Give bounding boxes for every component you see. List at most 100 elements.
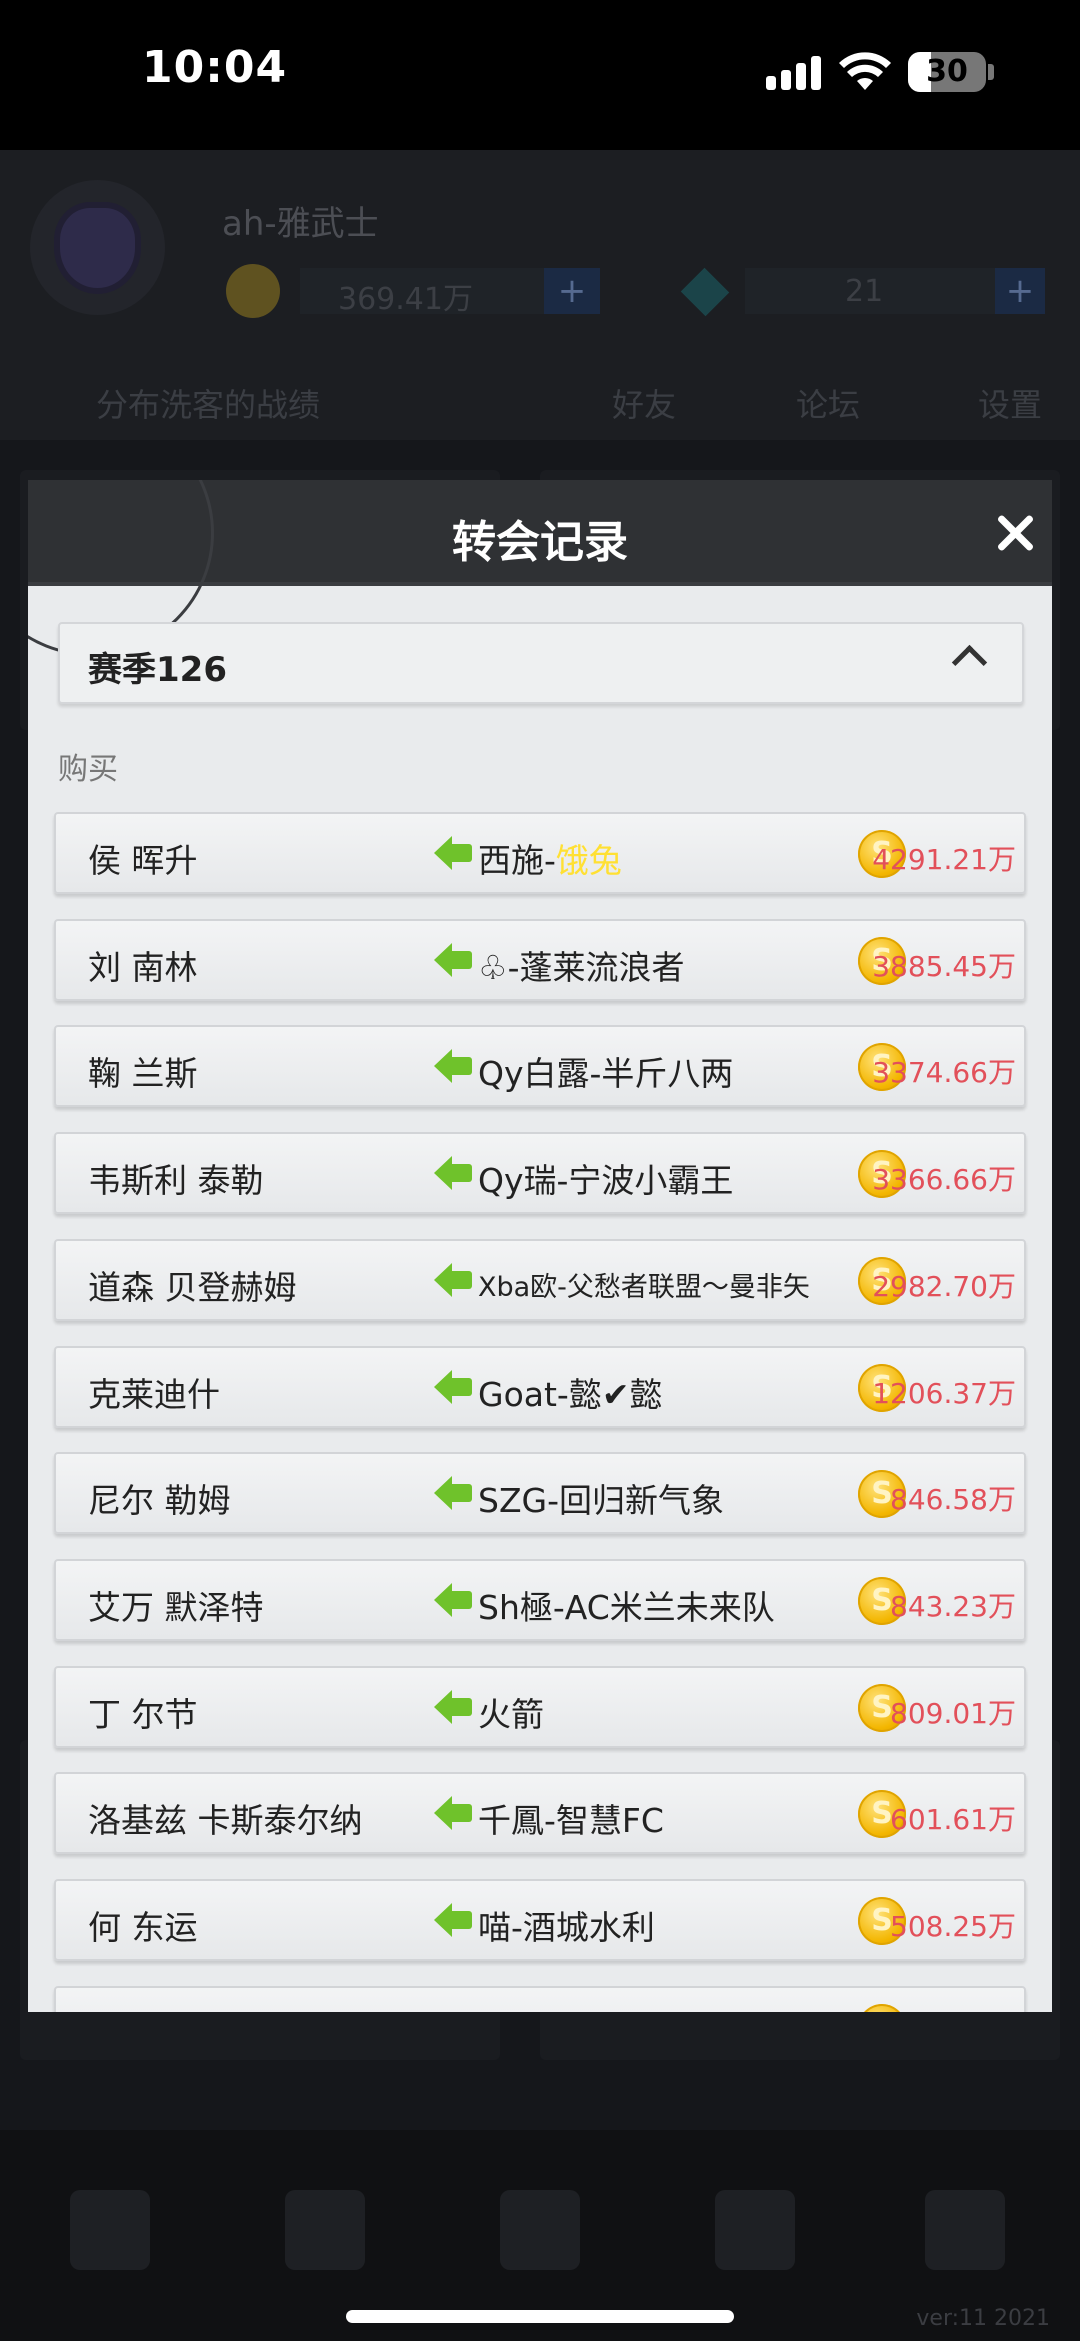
transfer-record-dialog: 转会记录 赛季126 购买 侯 晖升 西施-饿兔 S 4291.21万刘 南林 ♧-蓬莱… xyxy=(28,480,1052,2012)
wifi-icon xyxy=(839,52,891,90)
background-notice: 分布洗客的战绩 xyxy=(96,386,321,424)
dialog-title: 转会记录 xyxy=(452,517,628,568)
player-name: 艾万 默泽特 xyxy=(88,1588,264,1627)
transfer-price: 3366.66万 xyxy=(872,1163,1016,1196)
transfer-price: 4291.21万 xyxy=(872,843,1016,876)
player-name: 刘 南林 xyxy=(88,948,198,987)
settings-label: 设置 xyxy=(978,386,1043,424)
arrow-left-icon xyxy=(434,1796,472,1830)
team-name-text: 西施- xyxy=(478,841,556,880)
home-indicator[interactable] xyxy=(346,2310,734,2323)
arrow-left-icon xyxy=(434,1583,472,1617)
gem-balance: 21 xyxy=(845,274,884,309)
player-name: 何 东运 xyxy=(88,1908,198,1947)
arrow-left-icon xyxy=(434,1370,472,1404)
status-bar: 10:04 30 xyxy=(0,0,1080,150)
list-item[interactable]: 道森 贝登赫姆 Xba欧-父愁者联盟～曼非矢 S 2982.70万 xyxy=(54,1239,1026,1321)
player-name: 韦斯利 泰勒 xyxy=(88,1161,264,1200)
team-name-text: Goat-懿✔懿 xyxy=(478,1375,663,1414)
transfer-price: 846.58万 xyxy=(890,1483,1016,1516)
team-name-text: Qy瑞-宁波小霸王 xyxy=(478,1161,734,1200)
coin-icon: S xyxy=(858,2004,906,2012)
team-name-text: Qy白露-半斤八两 xyxy=(478,1054,734,1093)
team-name: 千鳳-智慧FC xyxy=(478,1794,664,1842)
transfer-price: 1206.37万 xyxy=(872,1377,1016,1410)
team-name-highlight: 饿兔 xyxy=(555,841,622,880)
player-name: 道森 贝登赫姆 xyxy=(88,1268,297,1307)
forum-label: 论坛 xyxy=(796,386,861,424)
list-item[interactable]: 丁 尔节 火箭 S 809.01万 xyxy=(54,1666,1026,1748)
battery-icon: 30 xyxy=(908,52,986,92)
team-name-text: 千鳳-智慧FC xyxy=(478,1801,664,1840)
transfer-price: 843.23万 xyxy=(890,1590,1016,1623)
team-name: 喵-酒城水利 xyxy=(478,1901,655,1949)
season-selected-value: 赛季126 xyxy=(88,650,227,690)
status-time: 10:04 xyxy=(142,42,288,93)
battery-tip xyxy=(988,64,994,80)
background-header: ah-雅武士 369.41万 + 21 + 分布洗客的战绩 好友 论坛 设置 xyxy=(0,150,1080,440)
team-name-text: ♧-蓬莱流浪者 xyxy=(478,948,685,987)
season-dropdown[interactable]: 赛季126 xyxy=(58,622,1024,704)
list-item-partial[interactable]: S xyxy=(54,1986,1026,2012)
arrow-left-icon xyxy=(434,836,472,870)
team-name: SZG-回归新气象 xyxy=(478,1474,724,1522)
section-label-purchase: 购买 xyxy=(58,752,118,787)
dialog-header: 转会记录 xyxy=(28,480,1052,656)
transfer-price: 508.25万 xyxy=(890,1910,1016,1943)
team-name: Sh極-AC米兰未来队 xyxy=(478,1581,775,1629)
transfer-price: 809.01万 xyxy=(890,1697,1016,1730)
player-name: 丁 尔节 xyxy=(88,1695,198,1734)
team-name-text: Xba欧-父愁者联盟～曼非矢 xyxy=(478,1272,810,1303)
player-name: 洛基兹 卡斯泰尔纳 xyxy=(88,1801,363,1840)
chevron-up-icon xyxy=(951,644,988,681)
gem-icon xyxy=(680,267,730,317)
list-item[interactable]: 克莱迪什 Goat-懿✔懿 S 1206.37万 xyxy=(54,1346,1026,1428)
team-name: Qy瑞-宁波小霸王 xyxy=(478,1154,733,1202)
player-name: 尼尔 勒姆 xyxy=(88,1481,231,1520)
arrow-left-icon xyxy=(434,1263,472,1297)
team-name: ♧-蓬莱流浪者 xyxy=(478,941,685,989)
list-item[interactable]: 何 东运 喵-酒城水利 S 508.25万 xyxy=(54,1879,1026,1961)
team-name-text: SZG-回归新气象 xyxy=(478,1481,725,1520)
team-name: Goat-懿✔懿 xyxy=(478,1368,662,1416)
team-name-text: 火箭 xyxy=(478,1695,544,1734)
transfer-price: 3885.45万 xyxy=(872,950,1016,983)
team-name-text: Sh極-AC米兰未来队 xyxy=(478,1588,775,1627)
arrow-left-icon xyxy=(434,1690,472,1724)
player-name: 侯 晖升 xyxy=(88,841,198,880)
version-label: ver:11 2021 xyxy=(916,2306,1050,2331)
battery-level-text: 30 xyxy=(926,54,968,89)
add-coins-button: + xyxy=(544,268,600,314)
close-icon[interactable] xyxy=(994,512,1036,554)
team-name-text: 喵-酒城水利 xyxy=(478,1908,655,1947)
transfer-list[interactable]: 侯 晖升 西施-饿兔 S 4291.21万刘 南林 ♧-蓬莱流浪者 S 3885.45万鞠 … xyxy=(28,812,1052,2012)
transfer-price: 601.61万 xyxy=(890,1803,1016,1836)
friends-label: 好友 xyxy=(612,386,677,424)
list-item[interactable]: 艾万 默泽特 Sh極-AC米兰未来队 S 843.23万 xyxy=(54,1559,1026,1641)
player-name: 克莱迪什 xyxy=(88,1375,220,1414)
arrow-left-icon xyxy=(434,1156,472,1190)
list-item[interactable]: 韦斯利 泰勒 Qy瑞-宁波小霸王 S 3366.66万 xyxy=(54,1132,1026,1214)
list-item[interactable]: 洛基兹 卡斯泰尔纳 千鳳-智慧FC S 601.61万 xyxy=(54,1772,1026,1854)
list-item[interactable]: 刘 南林 ♧-蓬莱流浪者 S 3885.45万 xyxy=(54,919,1026,1001)
team-name: 西施-饿兔 xyxy=(478,834,622,882)
add-gems-button: + xyxy=(995,268,1045,314)
coin-icon xyxy=(226,264,280,318)
list-item[interactable]: 鞠 兰斯 Qy白露-半斤八两 S 3374.66万 xyxy=(54,1025,1026,1107)
team-name: Qy白露-半斤八两 xyxy=(478,1047,733,1095)
arrow-left-icon xyxy=(434,943,472,977)
list-item[interactable]: 侯 晖升 西施-饿兔 S 4291.21万 xyxy=(54,812,1026,894)
team-name: Xba欧-父愁者联盟～曼非矢 xyxy=(478,1265,810,1304)
background-toolbar: 分布洗客的战绩 好友 论坛 设置 xyxy=(0,360,1080,440)
transfer-price: 3374.66万 xyxy=(872,1056,1016,1089)
cellular-signal-icon xyxy=(766,56,822,90)
background-username: ah-雅武士 xyxy=(222,204,379,244)
transfer-price: 2982.70万 xyxy=(872,1270,1016,1303)
arrow-left-icon xyxy=(434,1903,472,1937)
player-name: 鞠 兰斯 xyxy=(88,1054,198,1093)
avatar xyxy=(30,180,165,315)
team-name: 火箭 xyxy=(478,1688,544,1736)
arrow-left-icon xyxy=(434,1049,472,1083)
coin-balance: 369.41万 xyxy=(338,282,473,317)
list-item[interactable]: 尼尔 勒姆 SZG-回归新气象 S 846.58万 xyxy=(54,1452,1026,1534)
